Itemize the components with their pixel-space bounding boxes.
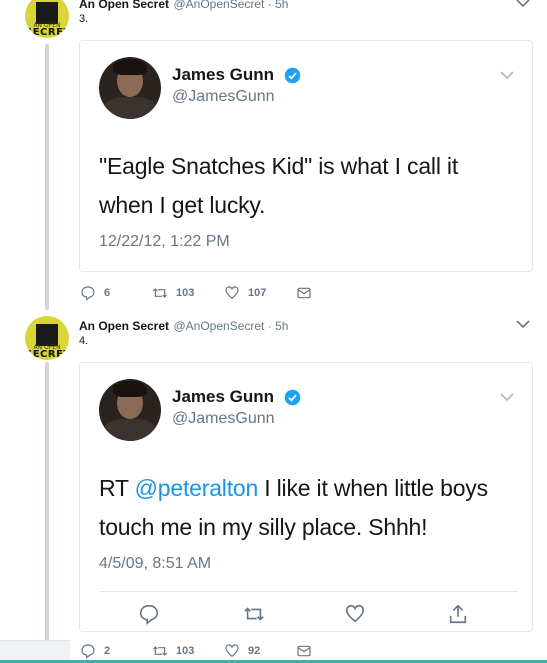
quoted-handle[interactable]: @JamesGunn — [172, 410, 275, 428]
quoted-avatar[interactable] — [99, 57, 161, 119]
author-handle[interactable]: @AnOpenSecret — [173, 0, 264, 11]
reply-icon — [81, 286, 95, 301]
retweet-count: 103 — [176, 645, 195, 657]
taskbar-fragment — [0, 640, 70, 661]
quoted-tweet-card[interactable]: James Gunn @JamesGunn RT @peteralton I l… — [79, 362, 533, 632]
verified-badge-icon — [284, 67, 301, 84]
reply-action[interactable]: 2 — [80, 641, 110, 661]
chevron-down-icon[interactable] — [498, 69, 516, 83]
quoted-avatar[interactable] — [99, 379, 161, 441]
quoted-date[interactable]: 12/22/12, 1:22 PM — [99, 233, 230, 251]
tweet-header: An Open Secret @AnOpenSecret · 5h — [79, 0, 288, 13]
heart-icon — [225, 644, 239, 658]
envelope-icon — [297, 645, 311, 657]
timestamp[interactable]: 5h — [275, 0, 288, 11]
retweet-action[interactable]: 103 — [152, 641, 194, 661]
retweet-icon — [152, 646, 168, 656]
avatar-text-bottom: SECRET — [25, 27, 69, 38]
like-count: 107 — [248, 287, 267, 299]
quoted-text: RT @peteralton I like it when little boy… — [99, 469, 509, 547]
separator: · — [264, 0, 276, 11]
verified-badge-icon — [284, 389, 301, 406]
envelope-icon — [297, 287, 311, 299]
avatar-text-bottom: SECRET — [25, 349, 69, 360]
reply-icon — [81, 644, 95, 659]
retweet-icon — [152, 288, 168, 298]
avatar-logo — [36, 324, 58, 346]
quoted-tweet-card[interactable]: James Gunn @JamesGunn "Eagle Snatches Ki… — [79, 40, 533, 272]
reply-icon[interactable] — [138, 603, 160, 625]
like-action[interactable]: 92 — [224, 641, 260, 661]
chevron-down-icon[interactable] — [514, 318, 532, 332]
author-name[interactable]: An Open Secret — [79, 0, 169, 11]
thread-number: 4. — [79, 335, 89, 347]
author-handle[interactable]: @AnOpenSecret — [173, 319, 264, 333]
reply-count: 2 — [104, 645, 111, 657]
timestamp[interactable]: 5h — [275, 319, 288, 333]
card-divider — [99, 591, 518, 592]
quoted-handle[interactable]: @JamesGunn — [172, 88, 275, 106]
reply-action[interactable]: 6 — [80, 283, 110, 303]
quoted-text-prefix: RT — [99, 475, 135, 501]
retweet-count: 103 — [176, 287, 195, 299]
quoted-text: "Eagle Snatches Kid" is what I call it w… — [99, 153, 459, 218]
quoted-date[interactable]: 4/5/09, 8:51 AM — [99, 555, 211, 573]
tweet-header: An Open Secret @AnOpenSecret · 5h — [79, 317, 288, 335]
author-avatar[interactable]: AN OPEN SECRET — [25, 0, 69, 38]
heart-icon — [225, 286, 239, 300]
thread-line — [45, 44, 49, 310]
like-count: 92 — [248, 645, 261, 657]
dm-action[interactable] — [296, 641, 312, 661]
author-name[interactable]: An Open Secret — [79, 319, 169, 333]
quoted-name[interactable]: James Gunn — [172, 387, 274, 407]
author-avatar[interactable]: AN OPEN SECRET — [25, 316, 69, 360]
retweet-icon[interactable] — [241, 603, 267, 625]
share-icon[interactable] — [447, 603, 469, 625]
chevron-down-icon[interactable] — [498, 391, 516, 405]
separator: · — [264, 319, 276, 333]
mention-link[interactable]: @peteralton — [135, 475, 259, 501]
reply-count: 6 — [104, 287, 111, 299]
quoted-name[interactable]: James Gunn — [172, 65, 274, 85]
avatar-logo — [36, 2, 58, 24]
retweet-action[interactable]: 103 — [152, 283, 194, 303]
thread-line — [45, 362, 49, 652]
heart-icon[interactable] — [344, 603, 366, 625]
thread-number: 3. — [79, 13, 89, 25]
dm-action[interactable] — [296, 283, 312, 303]
chevron-down-icon[interactable] — [514, 0, 532, 11]
like-action[interactable]: 107 — [224, 283, 266, 303]
